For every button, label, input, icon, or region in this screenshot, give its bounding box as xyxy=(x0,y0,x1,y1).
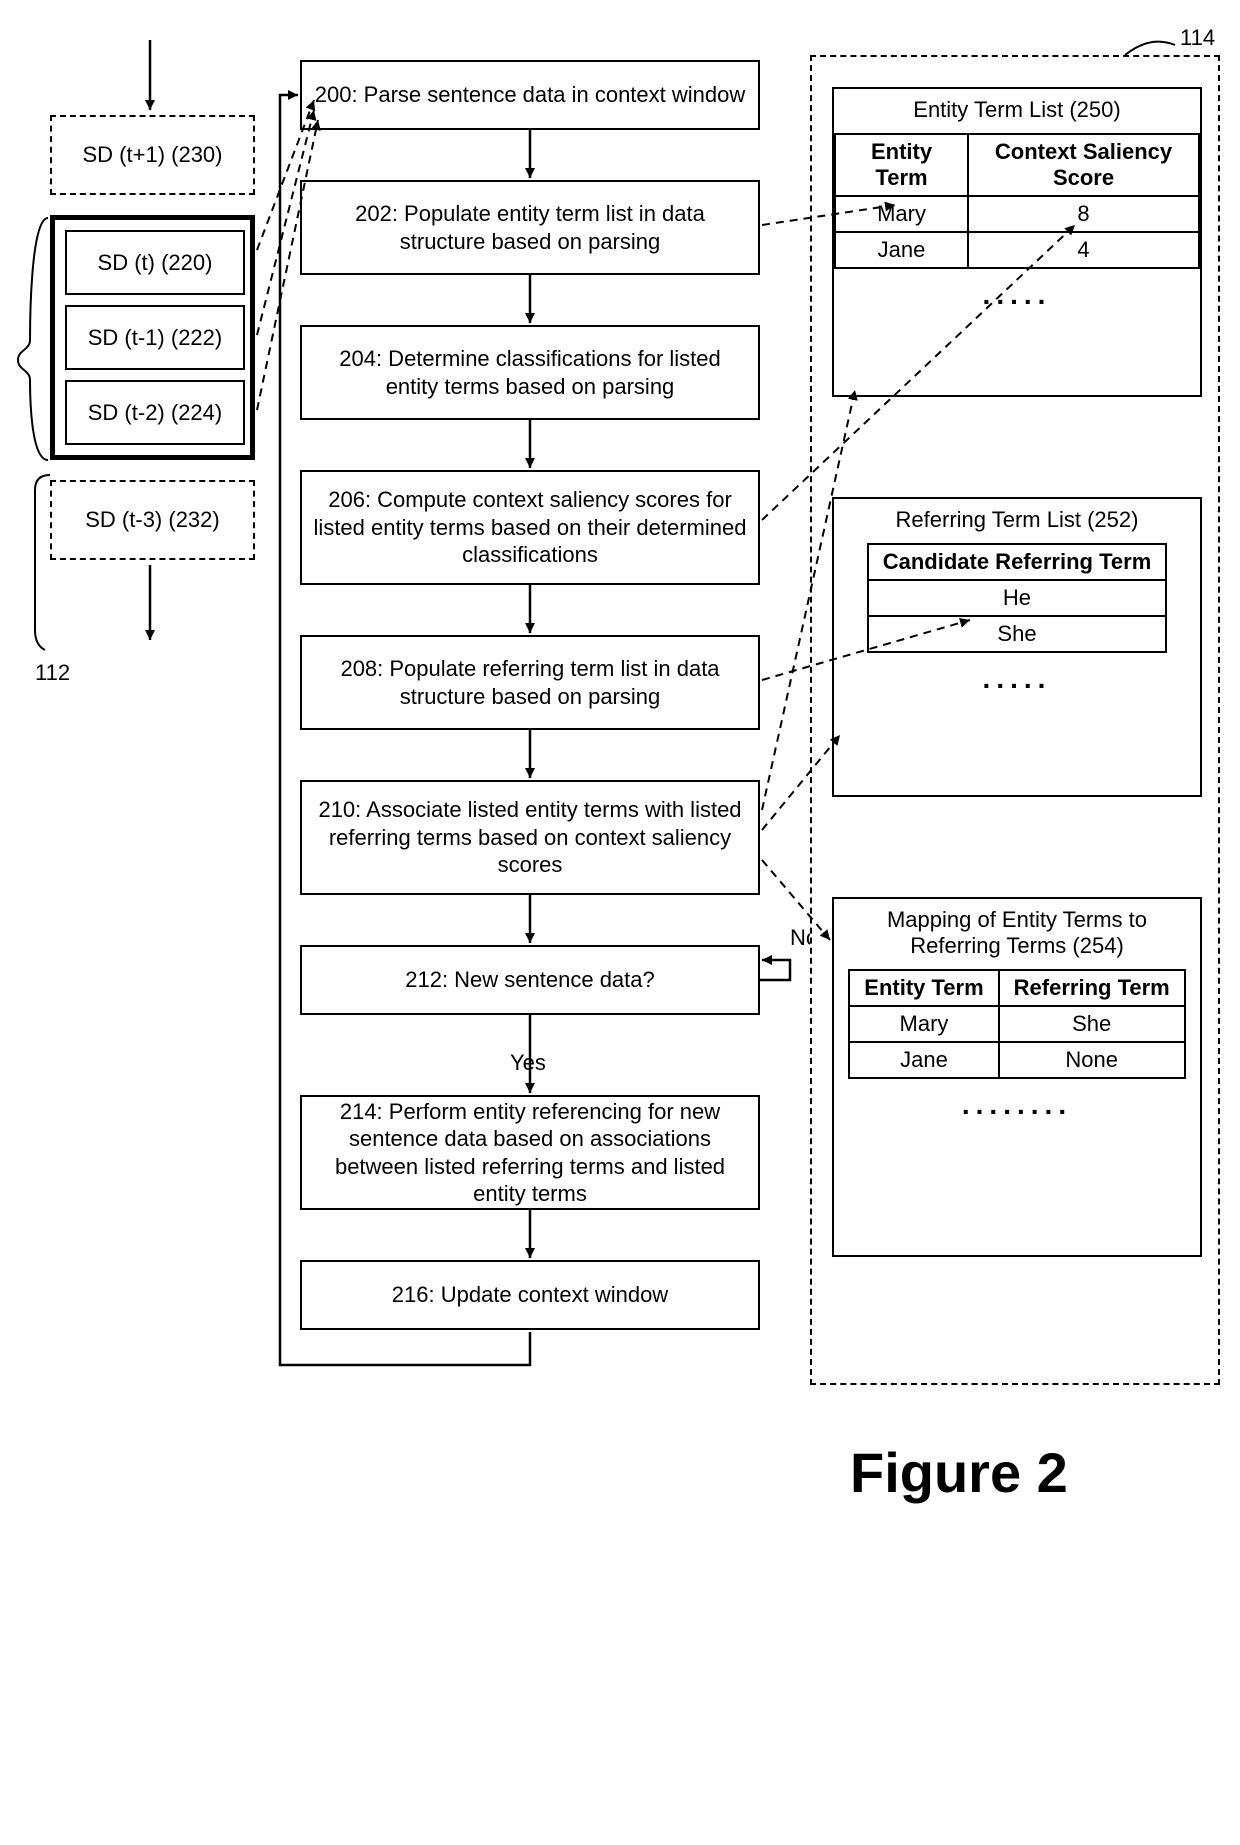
step-200-text: 200: Parse sentence data in context wind… xyxy=(315,81,746,109)
sd-row-0: SD (t) (220) xyxy=(65,230,245,295)
table-row: He xyxy=(868,580,1167,616)
table-row: She xyxy=(868,616,1167,652)
referring-term-list-panel: Referring Term List (252) Candidate Refe… xyxy=(832,497,1202,797)
yes-label: Yes xyxy=(510,1050,546,1076)
step-212: 212: New sentence data? xyxy=(300,945,760,1015)
step-202: 202: Populate entity term list in data s… xyxy=(300,180,760,275)
sd-row-1: SD (t-1) (222) xyxy=(65,305,245,370)
entity-term-list-title: Entity Term List (250) xyxy=(834,97,1200,123)
step-200: 200: Parse sentence data in context wind… xyxy=(300,60,760,130)
sd-t-plus-1: SD (t+1) (230) xyxy=(50,115,255,195)
step-216: 216: Update context window xyxy=(300,1260,760,1330)
sd-t-minus-3: SD (t-3) (232) xyxy=(50,480,255,560)
step-212-text: 212: New sentence data? xyxy=(405,966,655,994)
mapping-table: Entity Term Referring Term Mary She Jane… xyxy=(848,969,1185,1079)
table-row: Jane None xyxy=(849,1042,1184,1078)
sd-row-0-label: SD (t) (220) xyxy=(98,249,213,277)
entity-term-header-0: Entity Term xyxy=(835,134,968,196)
sd-row-1-label: SD (t-1) (222) xyxy=(88,324,222,352)
entity-term-cell: Mary xyxy=(835,196,968,232)
step-216-text: 216: Update context window xyxy=(392,1281,668,1309)
data-structure-panel: Entity Term List (250) Entity Term Conte… xyxy=(810,55,1220,1385)
table-row: Jane 4 xyxy=(835,232,1199,268)
step-204-text: 204: Determine classifications for liste… xyxy=(312,345,748,400)
referring-term-cell: She xyxy=(868,616,1167,652)
step-208-text: 208: Populate referring term list in dat… xyxy=(312,655,748,710)
referring-list-dots: ..... xyxy=(834,663,1200,695)
sd-t-plus-1-label: SD (t+1) (230) xyxy=(83,142,223,168)
entity-term-cell: Jane xyxy=(835,232,968,268)
table-row: Mary She xyxy=(849,1006,1184,1042)
step-210-text: 210: Associate listed entity terms with … xyxy=(312,796,748,879)
referring-term-table: Candidate Referring Term He She xyxy=(867,543,1168,653)
step-202-text: 202: Populate entity term list in data s… xyxy=(312,200,748,255)
entity-score-cell: 8 xyxy=(968,196,1199,232)
step-214: 214: Perform entity referencing for new … xyxy=(300,1095,760,1210)
mapping-title: Mapping of Entity Terms to Referring Ter… xyxy=(834,907,1200,959)
mapping-panel: Mapping of Entity Terms to Referring Ter… xyxy=(832,897,1202,1257)
step-208: 208: Populate referring term list in dat… xyxy=(300,635,760,730)
data-structure-callout-label: 114 xyxy=(1180,25,1215,51)
referring-term-cell: He xyxy=(868,580,1167,616)
context-window-box: SD (t) (220) SD (t-1) (222) SD (t-2) (22… xyxy=(50,215,255,460)
mapping-dots: ........ xyxy=(834,1089,1200,1121)
table-row: Mary 8 xyxy=(835,196,1199,232)
mapping-header-0: Entity Term xyxy=(849,970,998,1006)
step-204: 204: Determine classifications for liste… xyxy=(300,325,760,420)
entity-list-dots: ..... xyxy=(834,279,1200,311)
entity-term-list-panel: Entity Term List (250) Entity Term Conte… xyxy=(832,87,1202,397)
sd-t-minus-3-label: SD (t-3) (232) xyxy=(85,507,219,533)
entity-score-cell: 4 xyxy=(968,232,1199,268)
entity-term-header-1: Context Saliency Score xyxy=(968,134,1199,196)
sd-row-2-label: SD (t-2) (224) xyxy=(88,399,222,427)
step-214-text: 214: Perform entity referencing for new … xyxy=(312,1098,748,1208)
figure-label: Figure 2 xyxy=(850,1440,1068,1505)
referring-term-list-title: Referring Term List (252) xyxy=(834,507,1200,533)
mapping-cell: She xyxy=(999,1006,1185,1042)
mapping-cell: Mary xyxy=(849,1006,998,1042)
window-callout-label: 112 xyxy=(35,660,70,686)
figure-canvas: SD (t+1) (230) SD (t) (220) SD (t-1) (22… xyxy=(0,0,1240,1845)
entity-term-table: Entity Term Context Saliency Score Mary … xyxy=(834,133,1200,269)
step-206: 206: Compute context saliency scores for… xyxy=(300,470,760,585)
step-206-text: 206: Compute context saliency scores for… xyxy=(312,486,748,569)
mapping-cell: None xyxy=(999,1042,1185,1078)
step-210: 210: Associate listed entity terms with … xyxy=(300,780,760,895)
sd-row-2: SD (t-2) (224) xyxy=(65,380,245,445)
referring-term-header: Candidate Referring Term xyxy=(868,544,1167,580)
mapping-header-1: Referring Term xyxy=(999,970,1185,1006)
mapping-cell: Jane xyxy=(849,1042,998,1078)
